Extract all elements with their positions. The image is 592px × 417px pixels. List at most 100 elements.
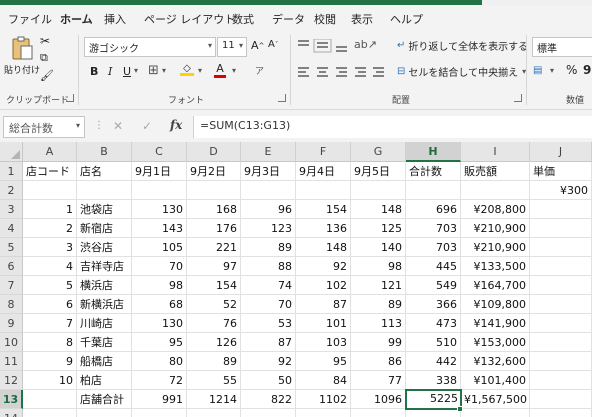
percent-button[interactable]: % <box>566 63 577 77</box>
cell-c13[interactable]: 991 <box>132 390 187 409</box>
tab-page-layout[interactable]: ページ レイアウト <box>144 11 235 27</box>
cell-h11[interactable]: 442 <box>406 352 461 371</box>
cell-b2[interactable] <box>77 181 132 200</box>
format-painter-icon[interactable]: 🖌 <box>40 69 54 82</box>
cell-f5[interactable]: 148 <box>296 238 351 257</box>
borders-icon[interactable]: ⊞ <box>148 63 159 78</box>
cell-j3[interactable] <box>530 200 592 219</box>
cell-d10[interactable]: 126 <box>187 333 241 352</box>
wrap-text-button[interactable]: ↵ 折り返して全体を表示する <box>397 38 528 53</box>
cell-e5[interactable]: 89 <box>241 238 296 257</box>
cell-c1[interactable]: 9月1日 <box>132 162 187 181</box>
horizontal-align-icons[interactable] <box>297 66 385 80</box>
insert-function-icon[interactable]: fx <box>170 118 182 132</box>
cell-c7[interactable]: 98 <box>132 276 187 295</box>
chevron-down-icon[interactable]: ▾ <box>134 66 138 75</box>
column-header-g[interactable]: G <box>351 142 406 162</box>
tab-file[interactable]: ファイル <box>8 11 52 27</box>
cell-d7[interactable]: 154 <box>187 276 241 295</box>
cell-a8[interactable]: 6 <box>23 295 77 314</box>
cell-i2[interactable] <box>461 181 530 200</box>
cell-e9[interactable]: 53 <box>241 314 296 333</box>
paste-button[interactable]: 貼り付け <box>4 35 40 76</box>
cell-b6[interactable]: 吉祥寺店 <box>77 257 132 276</box>
cell-h7[interactable]: 549 <box>406 276 461 295</box>
cell-f12[interactable]: 84 <box>296 371 351 390</box>
chevron-down-icon[interactable]: ▾ <box>550 66 554 75</box>
cell-j10[interactable] <box>530 333 592 352</box>
tab-data[interactable]: データ <box>272 11 305 27</box>
cell-b5[interactable]: 渋谷店 <box>77 238 132 257</box>
cell-i6[interactable]: ¥133,500 <box>461 257 530 276</box>
row-header-12[interactable]: 12 <box>0 371 23 390</box>
number-format-select[interactable]: 標準 <box>532 37 592 57</box>
cell-b1[interactable]: 店名 <box>77 162 132 181</box>
row-header-7[interactable]: 7 <box>0 276 23 295</box>
cell-i14[interactable] <box>461 409 530 417</box>
clipboard-launcher-icon[interactable] <box>66 94 74 102</box>
cell-b13[interactable]: 店舗合計 <box>77 390 132 409</box>
cell-h5[interactable]: 703 <box>406 238 461 257</box>
column-header-h[interactable]: H <box>406 142 461 162</box>
column-header-e[interactable]: E <box>241 142 296 162</box>
cell-j1[interactable]: 単価 <box>530 162 592 181</box>
cell-f11[interactable]: 95 <box>296 352 351 371</box>
cell-g11[interactable]: 86 <box>351 352 406 371</box>
cell-a4[interactable]: 2 <box>23 219 77 238</box>
cell-d6[interactable]: 97 <box>187 257 241 276</box>
cell-e7[interactable]: 74 <box>241 276 296 295</box>
cell-h14[interactable] <box>406 409 461 417</box>
cell-d1[interactable]: 9月2日 <box>187 162 241 181</box>
cell-a5[interactable]: 3 <box>23 238 77 257</box>
cell-d9[interactable]: 76 <box>187 314 241 333</box>
italic-button[interactable]: I <box>108 65 112 78</box>
column-header-c[interactable]: C <box>132 142 187 162</box>
cell-i7[interactable]: ¥164,700 <box>461 276 530 295</box>
cell-h9[interactable]: 473 <box>406 314 461 333</box>
cell-b4[interactable]: 新宿店 <box>77 219 132 238</box>
cell-c12[interactable]: 72 <box>132 371 187 390</box>
cell-e11[interactable]: 92 <box>241 352 296 371</box>
cell-j4[interactable] <box>530 219 592 238</box>
row-header-11[interactable]: 11 <box>0 352 23 371</box>
row-header-3[interactable]: 3 <box>0 200 23 219</box>
cell-f13[interactable]: 1102 <box>296 390 351 409</box>
cell-c14[interactable] <box>132 409 187 417</box>
cell-c5[interactable]: 105 <box>132 238 187 257</box>
cell-h13[interactable]: 5225 <box>405 389 462 410</box>
row-header-8[interactable]: 8 <box>0 295 23 314</box>
phonetic-icon[interactable]: ア <box>255 64 264 77</box>
cell-j8[interactable] <box>530 295 592 314</box>
cell-g3[interactable]: 148 <box>351 200 406 219</box>
cell-d8[interactable]: 52 <box>187 295 241 314</box>
tab-review[interactable]: 校閲 <box>314 11 336 27</box>
cell-b11[interactable]: 船橋店 <box>77 352 132 371</box>
cell-f6[interactable]: 92 <box>296 257 351 276</box>
cancel-icon[interactable]: ✕ <box>113 119 123 133</box>
cell-a1[interactable]: 店コード <box>23 162 77 181</box>
cell-a10[interactable]: 8 <box>23 333 77 352</box>
cell-e2[interactable] <box>241 181 296 200</box>
cell-g9[interactable]: 113 <box>351 314 406 333</box>
cell-e3[interactable]: 96 <box>241 200 296 219</box>
cell-i9[interactable]: ¥141,900 <box>461 314 530 333</box>
row-header-1[interactable]: 1 <box>0 162 23 181</box>
fill-color-icon[interactable]: ◇ <box>180 63 194 76</box>
vertical-align-icons[interactable] <box>297 39 357 53</box>
cell-f7[interactable]: 102 <box>296 276 351 295</box>
cell-e10[interactable]: 87 <box>241 333 296 352</box>
row-header-14[interactable]: 14 <box>0 409 23 417</box>
cell-d11[interactable]: 89 <box>187 352 241 371</box>
cell-c9[interactable]: 130 <box>132 314 187 333</box>
column-header-d[interactable]: D <box>187 142 241 162</box>
name-box[interactable]: 総合計数 ▾ <box>3 116 85 138</box>
cell-b10[interactable]: 千葉店 <box>77 333 132 352</box>
cell-a12[interactable]: 10 <box>23 371 77 390</box>
decrease-font-size-icon[interactable]: Aˇ <box>268 39 278 50</box>
row-header-6[interactable]: 6 <box>0 257 23 276</box>
cell-g1[interactable]: 9月5日 <box>351 162 406 181</box>
cell-i1[interactable]: 販売額 <box>461 162 530 181</box>
cell-j6[interactable] <box>530 257 592 276</box>
row-header-2[interactable]: 2 <box>0 181 23 200</box>
tab-insert[interactable]: 挿入 <box>104 11 126 27</box>
